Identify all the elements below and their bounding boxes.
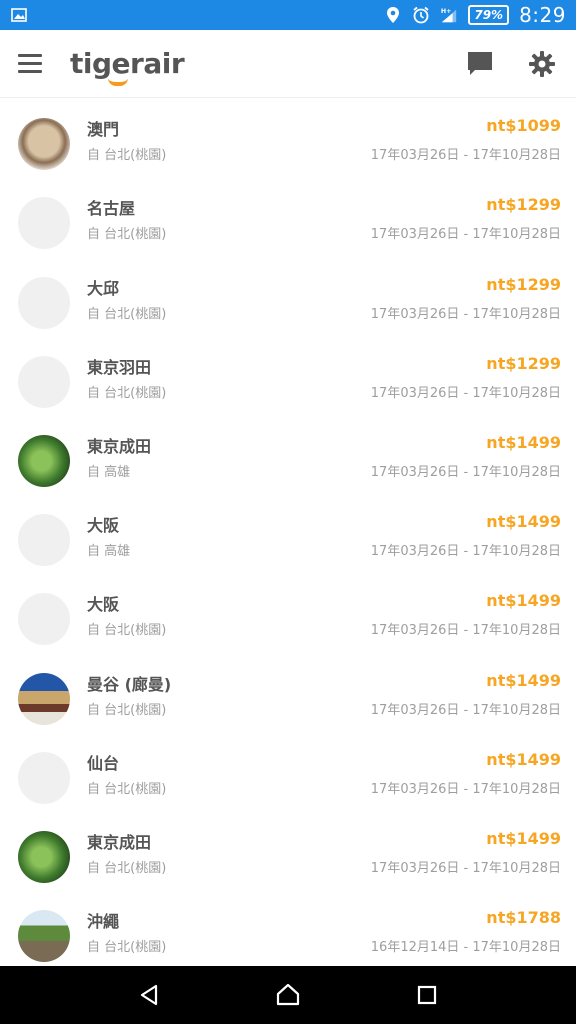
- date-range: 17年03月26日 - 17年10月28日: [370, 623, 561, 639]
- recents-icon[interactable]: [407, 975, 447, 1015]
- flight-row[interactable]: 大邱自 台北(桃園) nt$1299 17年03月26日 - 17年10月28日: [0, 263, 576, 342]
- price-label: nt$1499: [486, 828, 561, 848]
- destination-name: 名古屋: [87, 199, 136, 219]
- date-range: 17年03月26日 - 17年10月28日: [370, 860, 561, 876]
- tigerair-logo: tigerair: [70, 47, 185, 86]
- destination-name: 大邱: [87, 278, 120, 298]
- destination-name: 大阪: [87, 516, 120, 536]
- clock-time: 8:29: [519, 3, 566, 27]
- alarm-icon: [412, 6, 430, 24]
- date-range: 17年03月26日 - 17年10月28日: [370, 781, 561, 797]
- logo-smile: [108, 78, 128, 86]
- back-icon[interactable]: [129, 975, 169, 1015]
- date-range: 16年12月14日 - 17年10月28日: [370, 940, 561, 956]
- origin-label: 自 台北(桃園): [87, 227, 167, 243]
- destination-name: 仙台: [87, 753, 120, 773]
- app-bar: tigerair: [0, 30, 576, 98]
- logo-text: tigerair: [70, 47, 185, 80]
- origin-label: 自 高雄: [87, 464, 131, 480]
- price-label: nt$1099: [486, 116, 561, 136]
- price-label: nt$1499: [486, 432, 561, 452]
- chat-icon[interactable]: [464, 48, 496, 80]
- home-icon[interactable]: [268, 975, 308, 1015]
- flight-row[interactable]: 仙台自 台北(桃園) nt$1499 17年03月26日 - 17年10月28日: [0, 738, 576, 817]
- signal-icon: H+: [440, 6, 458, 24]
- destination-name: 東京成田: [87, 436, 152, 456]
- location-icon: [384, 6, 402, 24]
- price-label: nt$1499: [486, 670, 561, 690]
- destination-name: 大阪: [87, 595, 120, 615]
- destination-name: 澳門: [87, 120, 120, 140]
- destination-photo: [18, 672, 70, 725]
- date-range: 17年03月26日 - 17年10月28日: [370, 464, 561, 480]
- date-range: 17年03月26日 - 17年10月28日: [370, 148, 561, 164]
- price-label: nt$1788: [486, 908, 561, 928]
- image-icon: [10, 6, 28, 24]
- destination-photo: [18, 276, 70, 329]
- date-range: 17年03月26日 - 17年10月28日: [370, 306, 561, 322]
- menu-icon[interactable]: [18, 48, 50, 80]
- flight-row[interactable]: 曼谷 (廊曼) 自 台北(桃園) nt$1499 17年03月26日 - 17年10月…: [0, 659, 576, 738]
- origin-label: 自 台北(桃園): [87, 385, 167, 401]
- flight-row[interactable]: 大阪自 台北(桃園) nt$1499 17年03月26日 - 17年10月28日: [0, 579, 576, 658]
- price-label: nt$1499: [486, 749, 561, 769]
- status-bar: H+ 79% 8:29: [0, 0, 576, 30]
- flight-row[interactable]: 東京成田自 台北(桃園) nt$1499 17年03月26日 - 17年10月28日: [0, 817, 576, 896]
- destination-photo: [18, 514, 70, 567]
- navigation-bar: [0, 966, 576, 1024]
- flight-row[interactable]: 東京成田自 高雄 nt$1499 17年03月26日 - 17年10月28日: [0, 421, 576, 500]
- price-label: nt$1499: [486, 591, 561, 611]
- flight-row[interactable]: 沖繩自 台北(桃園) nt$1788 16年12月14日 - 17年10月28日: [0, 896, 576, 966]
- destination-name: 東京羽田: [87, 357, 152, 377]
- price-label: nt$1299: [486, 274, 561, 294]
- flight-deals-list[interactable]: 自 高雄 17年03月26日 - 17年10月28日 澳門自 台北(桃園) nt$10…: [0, 98, 576, 966]
- origin-label: 自 台北(桃園): [87, 148, 167, 164]
- destination-photo: [18, 434, 70, 487]
- origin-label: 自 台北(桃園): [87, 306, 167, 322]
- destination-photo: [18, 830, 70, 883]
- battery-icon: 79%: [468, 5, 510, 25]
- destination-photo: [18, 751, 70, 804]
- destination-photo: [18, 118, 70, 171]
- origin-label: 自 台北(桃園): [87, 940, 167, 956]
- svg-text:H+: H+: [441, 8, 452, 15]
- destination-name: 東京成田: [87, 832, 152, 852]
- price-label: nt$1299: [486, 195, 561, 215]
- flight-row[interactable]: 東京羽田自 台北(桃園) nt$1299 17年03月26日 - 17年10月28日: [0, 342, 576, 421]
- flight-row[interactable]: 澳門自 台北(桃園) nt$1099 17年03月26日 - 17年10月28日: [0, 104, 576, 183]
- date-range: 17年03月26日 - 17年10月28日: [370, 544, 561, 560]
- price-label: nt$1299: [486, 353, 561, 373]
- destination-name: 曼谷 (廊曼): [87, 674, 172, 694]
- destination-name: 沖繩: [87, 912, 120, 932]
- battery-percent: 79%: [474, 8, 504, 22]
- origin-label: 自 台北(桃園): [87, 623, 167, 639]
- origin-label: 自 台北(桃園): [87, 702, 167, 718]
- flight-row[interactable]: 大阪自 高雄 nt$1499 17年03月26日 - 17年10月28日: [0, 500, 576, 579]
- destination-photo: [18, 355, 70, 408]
- flight-row[interactable]: 名古屋自 台北(桃園) nt$1299 17年03月26日 - 17年10月28日: [0, 183, 576, 262]
- origin-label: 自 台北(桃園): [87, 860, 167, 876]
- price-label: nt$1499: [486, 512, 561, 532]
- origin-label: 自 台北(桃園): [87, 781, 167, 797]
- date-range: 17年03月26日 - 17年10月28日: [370, 385, 561, 401]
- destination-photo: [18, 197, 70, 250]
- settings-icon[interactable]: [526, 48, 558, 80]
- origin-label: 自 高雄: [87, 544, 131, 560]
- date-range: 17年03月26日 - 17年10月28日: [370, 227, 561, 243]
- destination-photo: [18, 593, 70, 646]
- destination-photo: [18, 910, 70, 963]
- date-range: 17年03月26日 - 17年10月28日: [370, 702, 561, 718]
